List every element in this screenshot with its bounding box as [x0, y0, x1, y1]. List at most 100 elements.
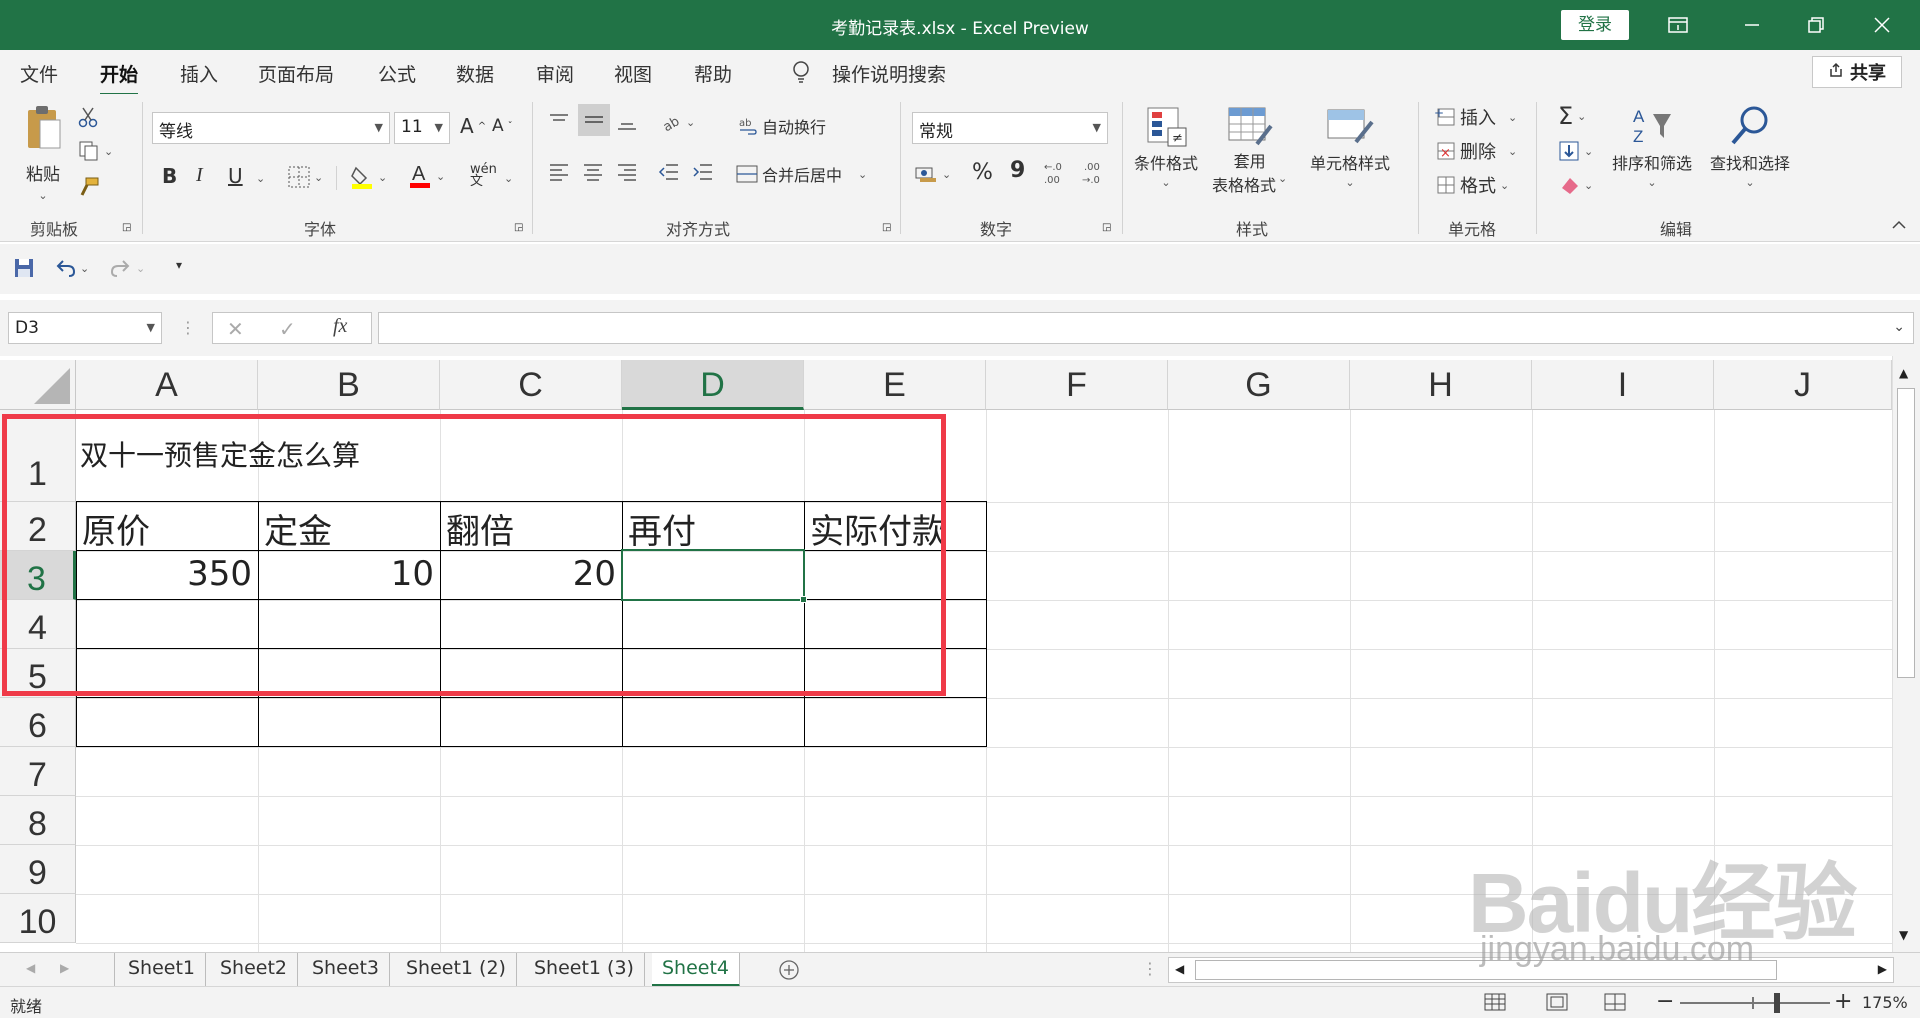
scroll-right-icon[interactable]: ▶ — [1878, 962, 1887, 976]
row-header-9[interactable]: 9 — [0, 845, 76, 894]
clipboard-launcher-icon[interactable]: ◲ — [122, 222, 131, 233]
row-header-8[interactable]: 8 — [0, 796, 76, 845]
split-handle-icon[interactable]: ⋮ — [1142, 959, 1158, 978]
undo-icon[interactable]: ⌄ — [54, 258, 89, 278]
underline-button[interactable]: U — [228, 164, 243, 188]
scroll-down-icon[interactable]: ▼ — [1899, 928, 1908, 942]
zoom-in-icon[interactable]: + — [1834, 989, 1852, 1014]
cell-a2[interactable]: 原价 — [82, 504, 150, 553]
borders-icon[interactable]: ⌄ — [288, 166, 323, 188]
align-top-icon[interactable] — [548, 112, 570, 132]
accounting-format-icon[interactable]: ⌄ — [914, 164, 951, 184]
align-left-icon[interactable] — [548, 162, 570, 182]
save-icon[interactable] — [14, 258, 34, 278]
column-header-j[interactable]: J — [1714, 360, 1892, 410]
fill-color-icon[interactable]: ⌄ — [350, 164, 387, 190]
cell-d2[interactable]: 再付 — [628, 504, 696, 553]
tab-home[interactable]: 开始 — [100, 60, 139, 96]
name-box[interactable]: D3 ▼ — [8, 312, 162, 344]
column-header-f[interactable]: F — [986, 360, 1168, 410]
normal-view-icon[interactable] — [1484, 993, 1506, 1011]
row-header-2[interactable]: 2 — [0, 502, 76, 551]
font-launcher-icon[interactable]: ◲ — [514, 222, 523, 233]
page-break-view-icon[interactable] — [1604, 993, 1626, 1011]
increase-font-icon[interactable]: A ^ — [460, 114, 486, 138]
scroll-thumb[interactable] — [1897, 388, 1915, 678]
scroll-left-icon[interactable]: ◀ — [1175, 962, 1184, 976]
cell-b2[interactable]: 定金 — [264, 504, 332, 553]
row-header-7[interactable]: 7 — [0, 747, 76, 796]
insert-cells-button[interactable]: + 插入 ⌄ — [1434, 104, 1517, 130]
row-header-10[interactable]: 10 — [0, 894, 76, 943]
clear-icon[interactable]: ⌄ — [1558, 174, 1593, 196]
row-header-4[interactable]: 4 — [0, 600, 76, 649]
cell-c3[interactable]: 20 — [440, 554, 616, 594]
find-select-button[interactable]: 查找和选择 ⌄ — [1710, 104, 1790, 189]
decrease-indent-icon[interactable] — [658, 162, 680, 182]
alignment-launcher-icon[interactable]: ◲ — [882, 222, 891, 233]
active-cell-d3[interactable] — [621, 549, 805, 601]
number-launcher-icon[interactable]: ◲ — [1102, 222, 1111, 233]
sort-filter-button[interactable]: AZ 排序和筛选 ⌄ — [1612, 104, 1692, 189]
cell-e2[interactable]: 实际付款 — [810, 504, 946, 553]
insert-function-icon[interactable]: fx — [333, 315, 347, 338]
conditional-formatting-button[interactable]: ≠ 条件格式 ⌄ — [1134, 104, 1198, 189]
confirm-entry-icon[interactable]: ✓ — [279, 317, 296, 341]
chevron-down-icon[interactable]: ⌄ — [504, 172, 513, 185]
chevron-down-icon[interactable]: ⌄ — [256, 172, 265, 185]
cell-c2[interactable]: 翻倍 — [446, 504, 514, 553]
tab-view[interactable]: 视图 — [614, 60, 652, 87]
cell-a3[interactable]: 350 — [76, 554, 252, 594]
page-layout-view-icon[interactable] — [1546, 993, 1568, 1011]
italic-button[interactable]: I — [196, 164, 203, 187]
restore-icon[interactable] — [1786, 0, 1846, 50]
collapse-ribbon-icon[interactable] — [1892, 220, 1906, 230]
row-header-3[interactable]: 3 — [0, 551, 76, 600]
ribbon-display-icon[interactable] — [1648, 0, 1708, 50]
increase-decimal-icon[interactable]: ←.0.00 — [1044, 160, 1072, 186]
autosum-icon[interactable]: Σ ⌄ — [1558, 102, 1586, 130]
column-header-d[interactable]: D — [622, 360, 804, 410]
zoom-out-icon[interactable]: − — [1656, 989, 1674, 1014]
copy-icon[interactable]: ⌄ — [78, 140, 113, 162]
zoom-level[interactable]: 175% — [1862, 993, 1908, 1012]
increase-indent-icon[interactable] — [692, 162, 714, 182]
column-header-a[interactable]: A — [76, 360, 258, 410]
phonetic-icon[interactable]: wén 文 — [470, 163, 497, 188]
zoom-slider[interactable] — [1680, 1002, 1830, 1004]
sheet-tab-sheet1-3[interactable]: Sheet1 (3) — [524, 953, 645, 987]
column-header-g[interactable]: G — [1168, 360, 1350, 410]
cell-b3[interactable]: 10 — [258, 554, 434, 594]
tab-insert[interactable]: 插入 — [180, 60, 218, 87]
align-middle-icon[interactable] — [578, 104, 610, 136]
close-icon[interactable] — [1852, 0, 1912, 50]
share-button[interactable]: 共享 — [1812, 56, 1902, 88]
column-header-i[interactable]: I — [1532, 360, 1714, 410]
tab-file[interactable]: 文件 — [20, 60, 58, 87]
cut-icon[interactable] — [78, 106, 98, 128]
zoom-slider-thumb[interactable] — [1774, 993, 1780, 1013]
font-size-select[interactable]: 11 ▼ — [394, 112, 450, 144]
font-name-select[interactable]: 等线 ▼ — [152, 112, 390, 144]
column-header-h[interactable]: H — [1350, 360, 1532, 410]
tab-formulas[interactable]: 公式 — [378, 60, 416, 87]
align-center-icon[interactable] — [582, 162, 604, 182]
sheet-tab-sheet1[interactable]: Sheet1 — [118, 953, 207, 987]
paste-button[interactable]: 粘贴 ⌄ — [22, 104, 64, 202]
tab-data[interactable]: 数据 — [456, 60, 494, 87]
align-right-icon[interactable] — [616, 162, 638, 182]
scroll-tabs-left-icon[interactable]: ◀ — [26, 961, 35, 975]
add-sheet-icon[interactable] — [778, 959, 800, 981]
wrap-text-button[interactable]: ab 自动换行 — [738, 114, 826, 138]
sheet-tab-sheet3[interactable]: Sheet3 — [302, 953, 391, 987]
expand-formula-icon[interactable]: ⌄ — [1893, 319, 1905, 335]
align-bottom-icon[interactable] — [616, 112, 638, 132]
decrease-decimal-icon[interactable]: .00 →.0 — [1082, 160, 1110, 186]
minimize-icon[interactable] — [1722, 0, 1782, 50]
tell-me-search[interactable]: 操作说明搜索 — [832, 60, 946, 87]
format-cells-button[interactable]: 格式 ⌄ — [1434, 172, 1509, 198]
sheet-tab-sheet1-2[interactable]: Sheet1 (2) — [396, 953, 517, 987]
font-color-icon[interactable]: A ⌄ — [408, 162, 445, 190]
sheet-tab-sheet4[interactable]: Sheet4 — [652, 953, 740, 987]
merge-center-button[interactable]: 合并后居中 ⌄ — [736, 162, 867, 186]
